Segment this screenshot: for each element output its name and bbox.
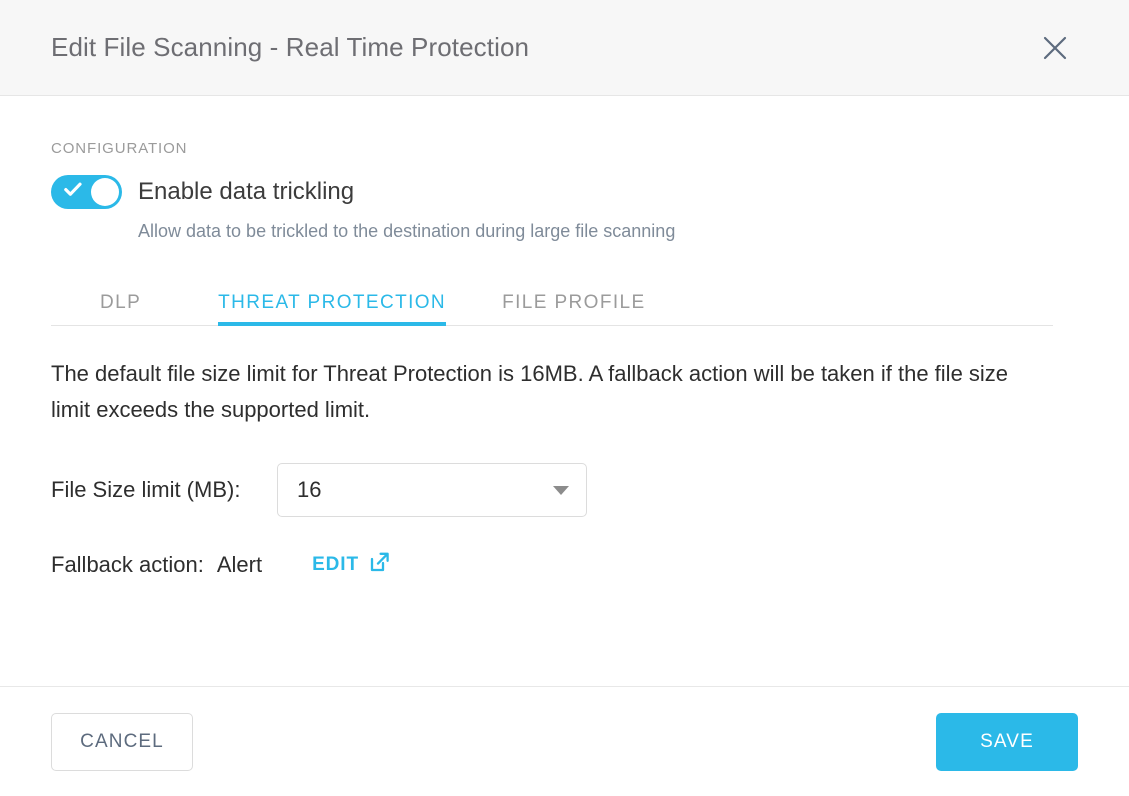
- fallback-action-value: Alert: [216, 551, 263, 577]
- file-size-limit-label: File Size limit (MB):: [51, 477, 241, 503]
- close-icon: [1042, 35, 1068, 61]
- edit-link-label: EDIT: [312, 553, 359, 575]
- file-size-limit-row: File Size limit (MB): 16: [51, 463, 1078, 518]
- dialog-footer: CANCEL SAVE: [0, 686, 1129, 796]
- enable-data-trickling-label: Enable data trickling: [138, 178, 355, 205]
- fallback-action-row: Fallback action: Alert EDIT: [51, 551, 1078, 578]
- enable-data-trickling-toggle[interactable]: [51, 175, 122, 209]
- save-button[interactable]: SAVE: [936, 712, 1078, 771]
- chevron-down-icon: [553, 485, 569, 495]
- page-title: Edit File Scanning - Real Time Protectio…: [51, 32, 530, 62]
- enable-data-trickling-row: Enable data trickling: [51, 175, 1078, 209]
- tab-file-profile[interactable]: FILE PROFILE: [502, 292, 646, 326]
- toggle-knob: [91, 178, 119, 206]
- cancel-button[interactable]: CANCEL: [51, 712, 193, 771]
- external-link-icon: [368, 551, 390, 578]
- fallback-action-label: Fallback action:: [51, 551, 204, 577]
- tab-dlp[interactable]: DLP: [100, 292, 141, 326]
- dialog-header: Edit File Scanning - Real Time Protectio…: [0, 0, 1129, 96]
- edit-fallback-action-link[interactable]: EDIT: [312, 551, 390, 578]
- configuration-section-label: CONFIGURATION: [51, 140, 188, 157]
- enable-data-trickling-help-text: Allow data to be trickled to the destina…: [138, 221, 676, 241]
- file-size-limit-select[interactable]: 16: [277, 463, 587, 518]
- close-button[interactable]: [1033, 26, 1077, 70]
- file-size-limit-value: 16: [297, 477, 322, 503]
- threat-protection-description: The default file size limit for Threat P…: [51, 361, 1009, 422]
- tab-threat-protection[interactable]: THREAT PROTECTION: [218, 292, 446, 326]
- checkmark-icon: [64, 182, 82, 202]
- edit-file-scanning-dialog: Edit File Scanning - Real Time Protectio…: [0, 0, 1129, 796]
- tab-bar: DLP THREAT PROTECTION FILE PROFILE: [51, 278, 1053, 326]
- dialog-body: CONFIGURATION Enable data trickling Allo…: [0, 96, 1129, 686]
